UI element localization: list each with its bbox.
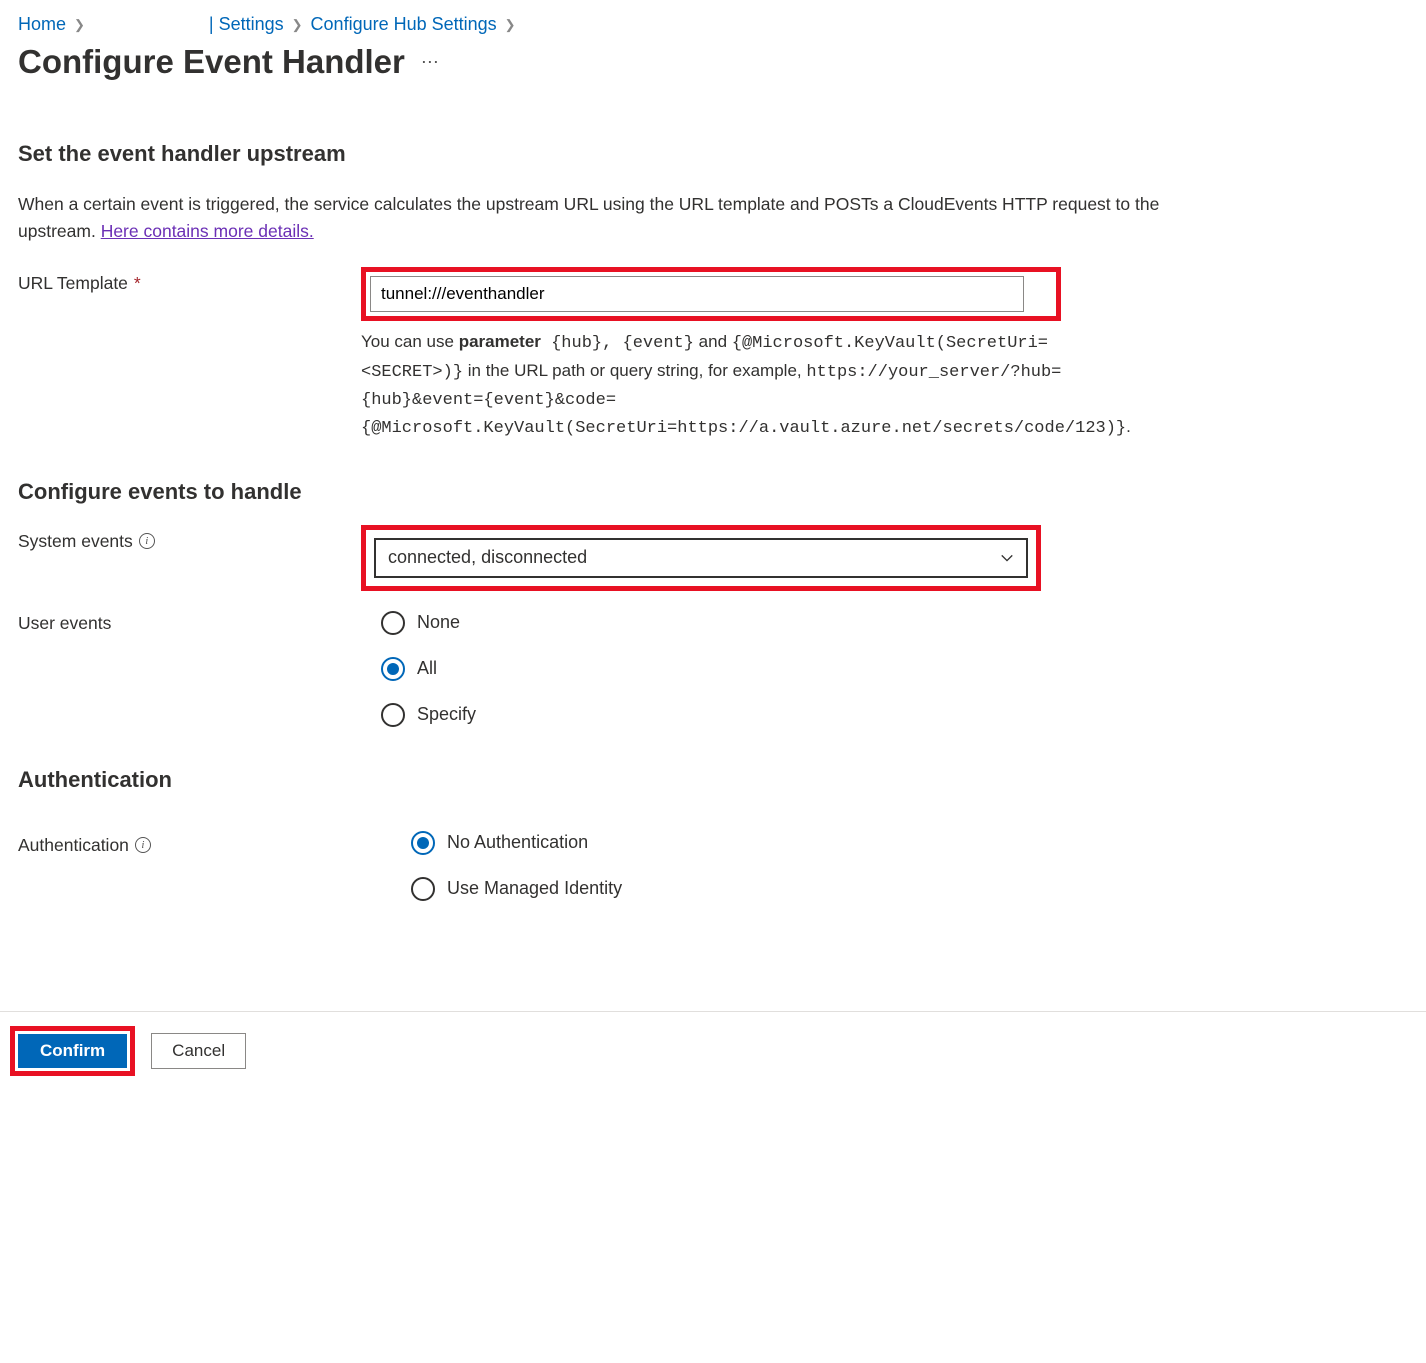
info-icon[interactable]: i xyxy=(139,533,155,549)
page-title: Configure Event Handler ⋯ xyxy=(18,43,1408,81)
system-events-label: System events i xyxy=(18,525,361,552)
auth-radio-group: No Authentication Use Managed Identity xyxy=(361,829,1118,901)
url-template-input[interactable] xyxy=(370,276,1024,312)
url-template-cell: You can use parameter {hub}, {event} and… xyxy=(361,267,1118,442)
radio-specify[interactable] xyxy=(381,703,405,727)
radio-no-auth-label: No Authentication xyxy=(447,832,588,853)
breadcrumb-configure-hub[interactable]: Configure Hub Settings xyxy=(311,14,497,35)
confirm-highlight: Confirm xyxy=(10,1026,135,1076)
system-events-cell: connected, disconnected xyxy=(361,525,1118,591)
more-icon[interactable]: ⋯ xyxy=(421,52,441,73)
breadcrumb: Home ❯ | Settings ❯ Configure Hub Settin… xyxy=(18,10,1408,37)
helper-post2: . xyxy=(1126,417,1131,436)
user-events-radio-group: None All Specify xyxy=(361,609,1118,727)
helper-pre: You can use xyxy=(361,332,459,351)
auth-label: Authentication i xyxy=(18,829,361,856)
helper-mono1: {hub}, {event} xyxy=(541,334,694,353)
upstream-description: When a certain event is triggered, the s… xyxy=(18,191,1198,245)
confirm-button[interactable]: Confirm xyxy=(18,1034,127,1068)
user-events-all-row[interactable]: All xyxy=(381,657,1118,681)
radio-none[interactable] xyxy=(381,611,405,635)
system-events-dropdown[interactable]: connected, disconnected xyxy=(374,538,1028,578)
helper-post1: in the URL path or query string, for exa… xyxy=(463,361,806,380)
chevron-down-icon xyxy=(1000,551,1014,565)
auth-label-text: Authentication xyxy=(18,835,129,856)
helper-mid: and xyxy=(694,332,732,351)
auth-none-row[interactable]: No Authentication xyxy=(411,831,1118,855)
radio-none-label: None xyxy=(417,612,460,633)
helper-bold: parameter xyxy=(459,332,541,351)
page-title-text: Configure Event Handler xyxy=(18,43,405,81)
system-events-label-text: System events xyxy=(18,531,133,552)
url-template-helper: You can use parameter {hub}, {event} and… xyxy=(361,329,1101,442)
radio-managed-identity[interactable] xyxy=(411,877,435,901)
radio-no-auth[interactable] xyxy=(411,831,435,855)
breadcrumb-home[interactable]: Home xyxy=(18,14,66,35)
required-asterisk: * xyxy=(134,273,141,294)
system-events-value: connected, disconnected xyxy=(388,547,587,568)
radio-all[interactable] xyxy=(381,657,405,681)
user-events-specify-row[interactable]: Specify xyxy=(381,703,1118,727)
more-details-link[interactable]: Here contains more details. xyxy=(101,221,314,241)
chevron-right-icon: ❯ xyxy=(503,17,518,33)
breadcrumb-settings[interactable]: | Settings xyxy=(209,14,284,35)
section-events-heading: Configure events to handle xyxy=(18,479,1408,505)
system-events-highlight: connected, disconnected xyxy=(361,525,1041,591)
radio-specify-label: Specify xyxy=(417,704,476,725)
radio-all-label: All xyxy=(417,658,437,679)
auth-managed-row[interactable]: Use Managed Identity xyxy=(411,877,1118,901)
url-template-highlight xyxy=(361,267,1061,321)
user-events-none-row[interactable]: None xyxy=(381,611,1118,635)
user-events-label: User events xyxy=(18,609,361,634)
url-template-label-text: URL Template xyxy=(18,273,128,294)
section-auth-heading: Authentication xyxy=(18,767,1408,793)
footer-bar: Confirm Cancel xyxy=(0,1011,1426,1094)
section-upstream-heading: Set the event handler upstream xyxy=(18,141,1408,167)
cancel-button[interactable]: Cancel xyxy=(151,1033,246,1069)
info-icon[interactable]: i xyxy=(135,837,151,853)
chevron-right-icon: ❯ xyxy=(72,17,87,33)
chevron-right-icon: ❯ xyxy=(290,17,305,33)
radio-managed-identity-label: Use Managed Identity xyxy=(447,878,622,899)
user-events-label-text: User events xyxy=(18,613,111,634)
url-template-label: URL Template * xyxy=(18,267,361,294)
